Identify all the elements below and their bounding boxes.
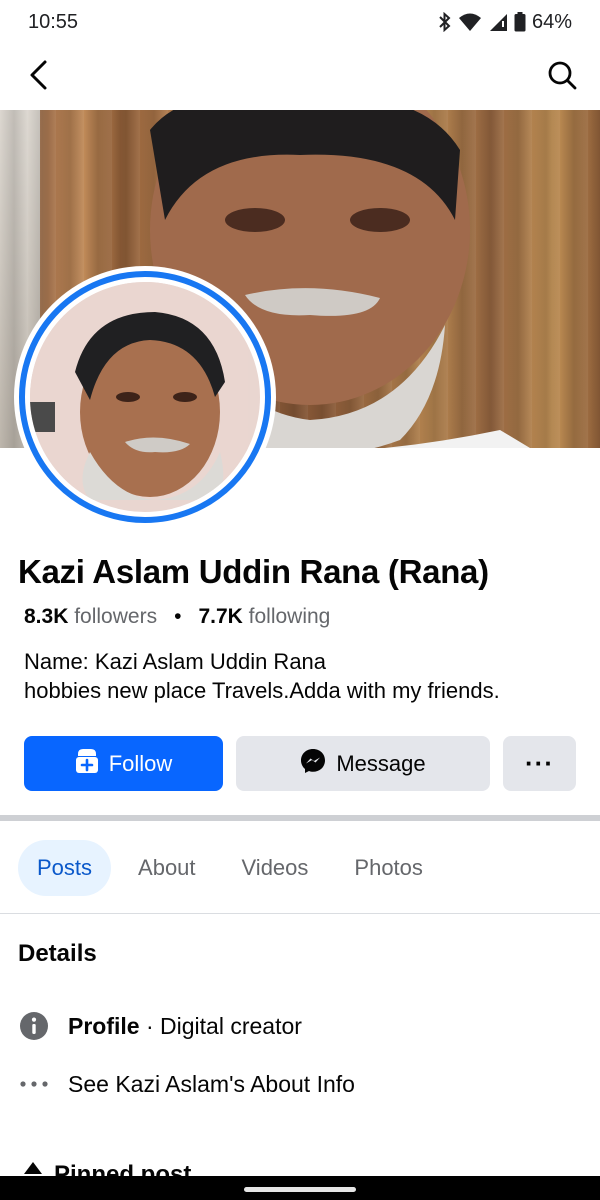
- followers-link[interactable]: 8.3K followers: [24, 605, 157, 629]
- about-info-label: See Kazi Aslam's About Info: [68, 1070, 355, 1097]
- profile-tabs: Posts About Videos Photos: [18, 840, 442, 896]
- section-divider: [0, 815, 600, 821]
- bluetooth-icon: [438, 12, 452, 32]
- follow-button[interactable]: Follow: [24, 736, 223, 791]
- back-arrow-icon: [27, 59, 49, 96]
- back-button[interactable]: [18, 57, 58, 97]
- status-bar: 10:55 64%: [0, 0, 600, 44]
- more-icon: ···: [525, 748, 554, 778]
- messenger-icon: [300, 748, 326, 780]
- home-gesture-handle[interactable]: [244, 1187, 356, 1192]
- about-info-link[interactable]: See Kazi Aslam's About Info: [18, 1068, 355, 1100]
- following-link[interactable]: 7.7K following: [198, 605, 330, 629]
- detail-profile-category: Profile · Digital creator: [18, 1010, 302, 1042]
- story-ring: [19, 271, 271, 523]
- search-icon: [547, 60, 577, 95]
- following-label: following: [248, 605, 331, 628]
- more-options-button[interactable]: ···: [503, 736, 576, 791]
- followers-count: 8.3K: [24, 605, 69, 628]
- tab-posts[interactable]: Posts: [18, 840, 112, 896]
- add-friend-icon: [75, 748, 99, 780]
- stats-separator: •: [174, 605, 182, 628]
- battery-percent: 64%: [531, 10, 572, 33]
- bio-line: hobbies new place Travels.Adda with my f…: [24, 678, 500, 703]
- status-icons: 64%: [438, 11, 572, 34]
- tab-about[interactable]: About: [119, 840, 215, 896]
- status-time: 10:55: [28, 10, 79, 33]
- followers-label: followers: [74, 605, 158, 628]
- system-gesture-bar: [0, 1176, 600, 1200]
- ellipsis-icon: [18, 1068, 50, 1100]
- follow-stats: 8.3K followers • 7.7K following: [24, 605, 330, 629]
- detail-profile-value: · Digital creator: [139, 1012, 302, 1039]
- battery-icon: [514, 12, 526, 32]
- wifi-icon: [458, 12, 482, 32]
- tabs-divider: [0, 913, 600, 914]
- profile-actions: Follow Message ···: [24, 736, 576, 791]
- message-label: Message: [336, 750, 426, 776]
- details-heading: Details: [18, 940, 97, 967]
- profile-bio: Name: Kazi Aslam Uddin Rana hobbies new …: [24, 647, 500, 705]
- avatar: [30, 282, 260, 512]
- signal-icon: [488, 12, 508, 32]
- tab-photos[interactable]: Photos: [335, 840, 442, 896]
- tab-videos[interactable]: Videos: [223, 840, 328, 896]
- follow-label: Follow: [108, 750, 173, 776]
- profile-name: Kazi Aslam Uddin Rana (Rana): [18, 553, 489, 590]
- profile-picture[interactable]: [14, 266, 276, 528]
- following-count: 7.7K: [198, 605, 243, 628]
- message-button[interactable]: Message: [236, 736, 490, 791]
- info-icon: [18, 1010, 50, 1042]
- detail-profile-label: Profile: [68, 1012, 140, 1039]
- search-button[interactable]: [542, 57, 582, 97]
- top-nav: [0, 44, 600, 110]
- bio-line: Name: Kazi Aslam Uddin Rana: [24, 649, 327, 674]
